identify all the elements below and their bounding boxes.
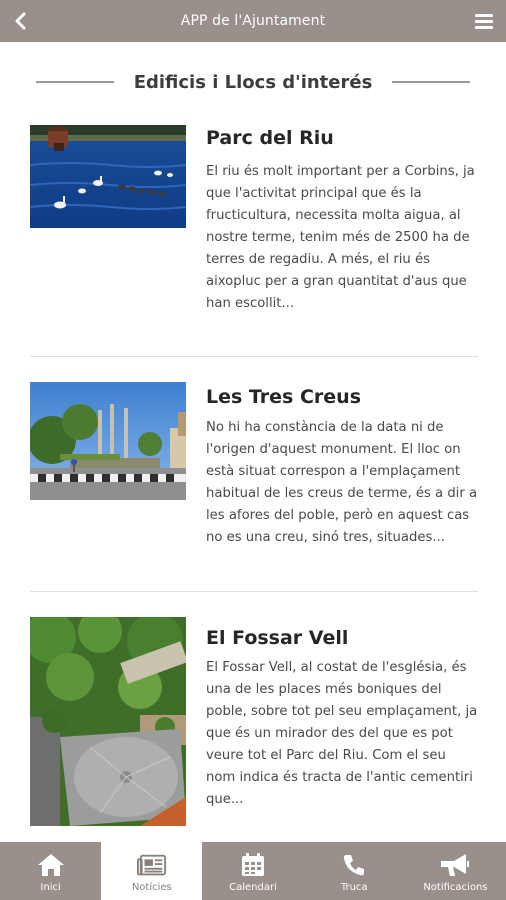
top-app-bar: APP de l'Ajuntament (0, 0, 506, 42)
tab-notificacions[interactable]: Notificacions (405, 842, 506, 900)
list-item[interactable]: El Fossar Vell El Fossar Vell, al costat… (30, 617, 478, 827)
hamburger-menu-icon (475, 14, 493, 29)
tab-label: Inici (40, 882, 61, 893)
river-photo (30, 125, 186, 228)
item-description: El riu és molt important per a Corbins, … (206, 164, 475, 311)
chevron-left-icon (15, 12, 26, 30)
section-title: Edificis i Llocs d'interés (133, 71, 373, 93)
item-title[interactable]: El Fossar Vell (206, 626, 478, 650)
list-item[interactable]: Les Tres Creus No hi ha constància de la… (30, 382, 478, 582)
item-thumbnail[interactable] (30, 617, 186, 826)
heading-rule-left (35, 81, 114, 83)
back-button[interactable] (6, 6, 36, 36)
heading-rule-right (392, 81, 471, 83)
tab-label: Notificacions (423, 882, 488, 893)
item-title[interactable]: Parc del Riu (206, 126, 478, 150)
item-thumbnail[interactable] (30, 382, 186, 500)
home-icon (36, 851, 66, 879)
item-title[interactable]: Les Tres Creus (206, 385, 478, 409)
tab-inici[interactable]: Inici (0, 842, 101, 900)
bottom-navigation: Inici Notícies Calendari Truca Notificac… (0, 842, 506, 900)
calendar-icon (238, 851, 268, 879)
square-photo (30, 617, 186, 826)
menu-button[interactable] (468, 6, 500, 36)
tab-noticies[interactable]: Notícies (101, 842, 203, 900)
megaphone-icon (440, 851, 470, 879)
newspaper-icon (136, 851, 167, 879)
item-thumbnail[interactable] (30, 125, 186, 228)
tab-truca[interactable]: Truca (304, 842, 405, 900)
item-description: No hi ha constància de la data ni de l'o… (206, 420, 478, 545)
item-divider (30, 591, 478, 592)
tab-calendari[interactable]: Calendari (202, 842, 303, 900)
tab-label: Calendari (229, 882, 277, 893)
tab-label: Notícies (131, 882, 172, 893)
crosses-photo (30, 382, 186, 500)
list-item[interactable]: Parc del Riu El riu és molt important pe… (30, 125, 478, 340)
phone-icon (339, 851, 369, 879)
app-title: APP de l'Ajuntament (180, 13, 326, 29)
section-heading: Edificis i Llocs d'interés (0, 62, 506, 102)
item-description: El Fossar Vell, al costat de l'església,… (206, 660, 478, 807)
tab-label: Truca (340, 882, 368, 893)
item-divider (30, 356, 478, 357)
